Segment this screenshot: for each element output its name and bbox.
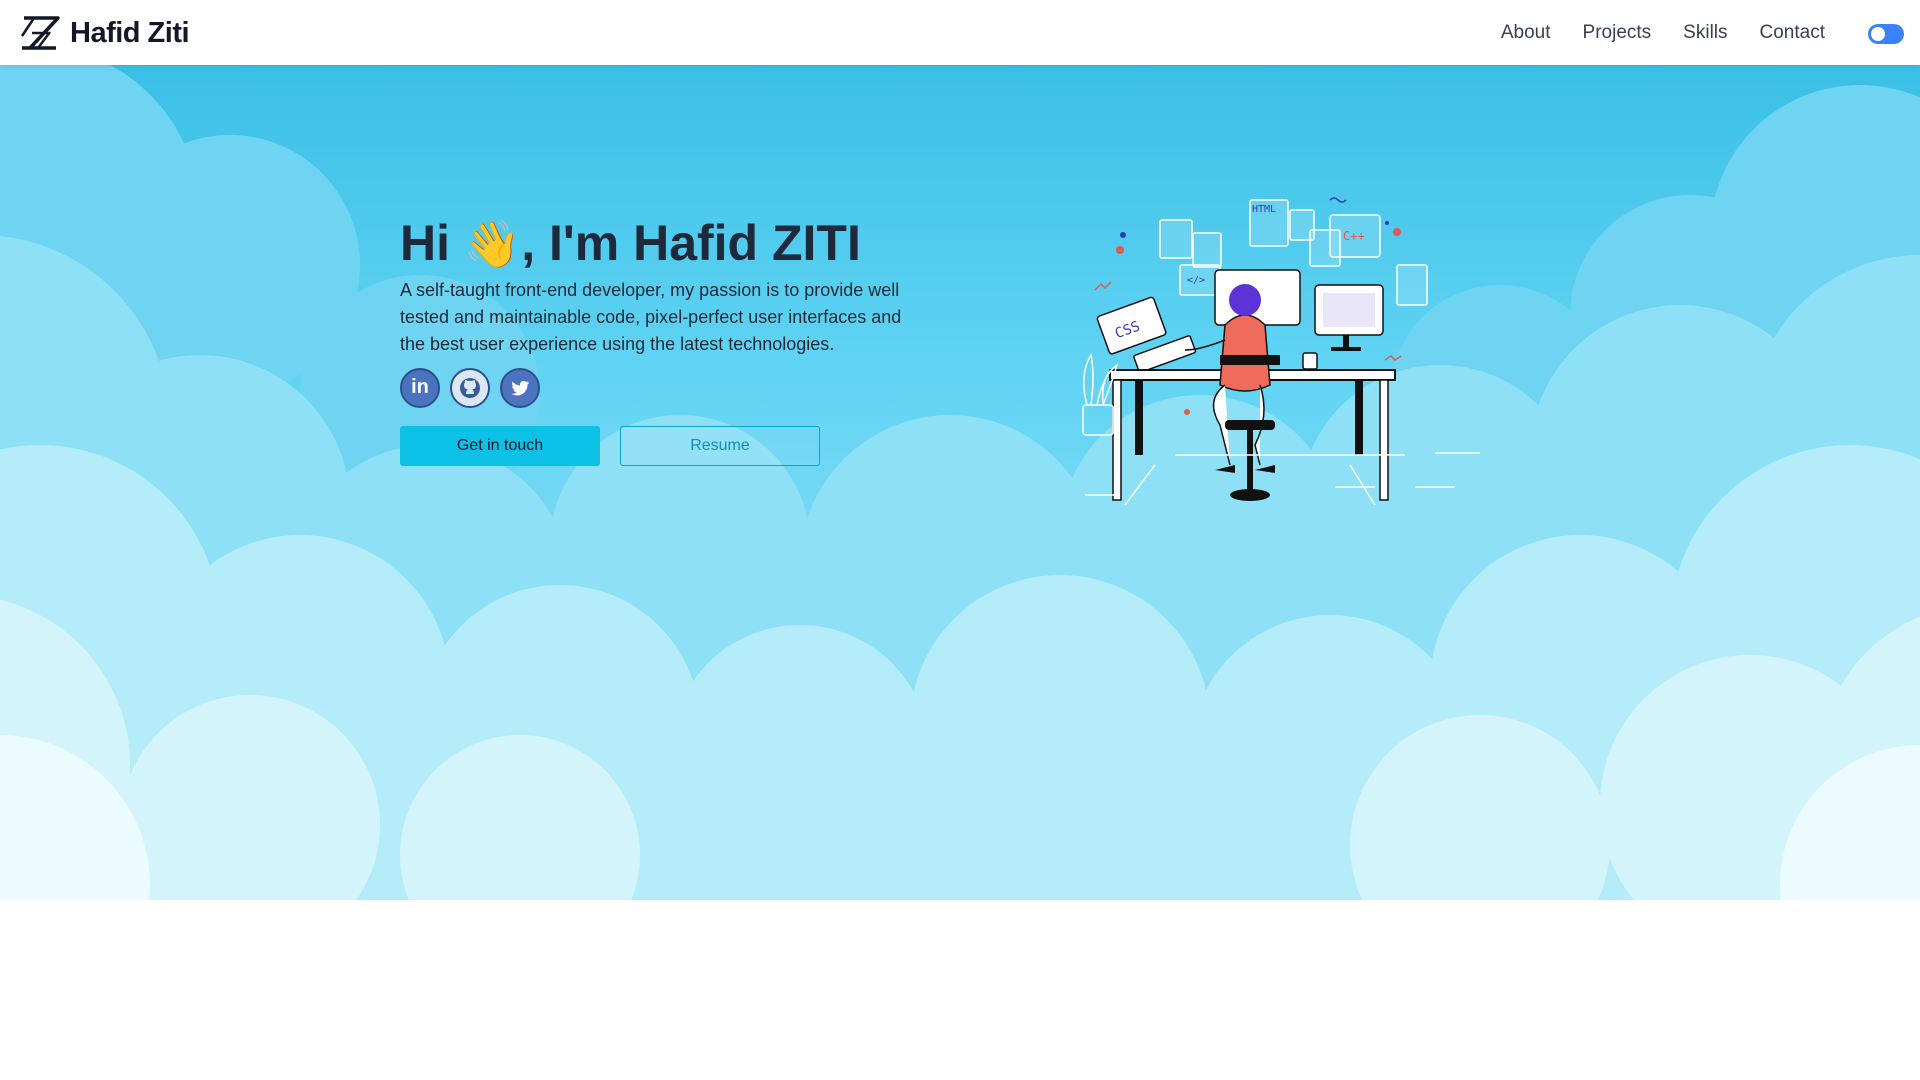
social-links: in — [400, 367, 940, 408]
toggle-switch-icon — [1871, 27, 1885, 41]
get-in-touch-button[interactable]: Get in touch — [400, 425, 600, 466]
twitter-icon[interactable] — [500, 367, 540, 408]
logo-mark-icon — [20, 16, 60, 50]
logo-text: Hafid Ziti — [70, 16, 190, 49]
linkedin-label: in — [411, 376, 429, 398]
theme-toggle[interactable] — [1868, 24, 1904, 44]
hero-description: A self-taught front-end developer, my pa… — [400, 279, 902, 354]
github-glyph — [460, 377, 480, 398]
site-header: Hafid Ziti About Projects Skills Contact — [0, 0, 1920, 65]
hero-content: Hi 👋, I'm Hafid ZITI A self-taught front… — [400, 215, 940, 466]
hero-title: Hi 👋, I'm Hafid ZITI — [400, 215, 940, 273]
main-nav: About Projects Skills Contact — [1501, 22, 1825, 44]
linkedin-icon[interactable]: in — [400, 367, 440, 408]
cta-buttons: Get in touch Resume — [400, 425, 940, 466]
nav-link-about[interactable]: About — [1501, 22, 1551, 44]
github-icon[interactable] — [450, 367, 490, 408]
code-doc-label: </> — [1187, 275, 1205, 286]
nav-link-projects[interactable]: Projects — [1583, 22, 1652, 44]
html-doc-label: HTML — [1252, 204, 1276, 215]
clouds-background — [0, 65, 1920, 900]
greeting-end: , I'm Hafid ZITI — [521, 215, 861, 271]
nav-link-skills[interactable]: Skills — [1683, 22, 1727, 44]
waving-hand-icon: 👋 — [463, 218, 522, 270]
logo[interactable]: Hafid Ziti — [20, 14, 190, 52]
hero-section: Hi 👋, I'm Hafid ZITI A self-taught front… — [0, 65, 1920, 900]
resume-button[interactable]: Resume — [620, 425, 820, 466]
nav-link-contact[interactable]: Contact — [1760, 22, 1825, 44]
greeting-start: Hi — [400, 215, 450, 271]
twitter-glyph — [511, 380, 530, 395]
cpp-doc-label: C++ — [1343, 229, 1365, 243]
developer-illustration: HTML C++ </> CSS — [1082, 197, 1480, 506]
